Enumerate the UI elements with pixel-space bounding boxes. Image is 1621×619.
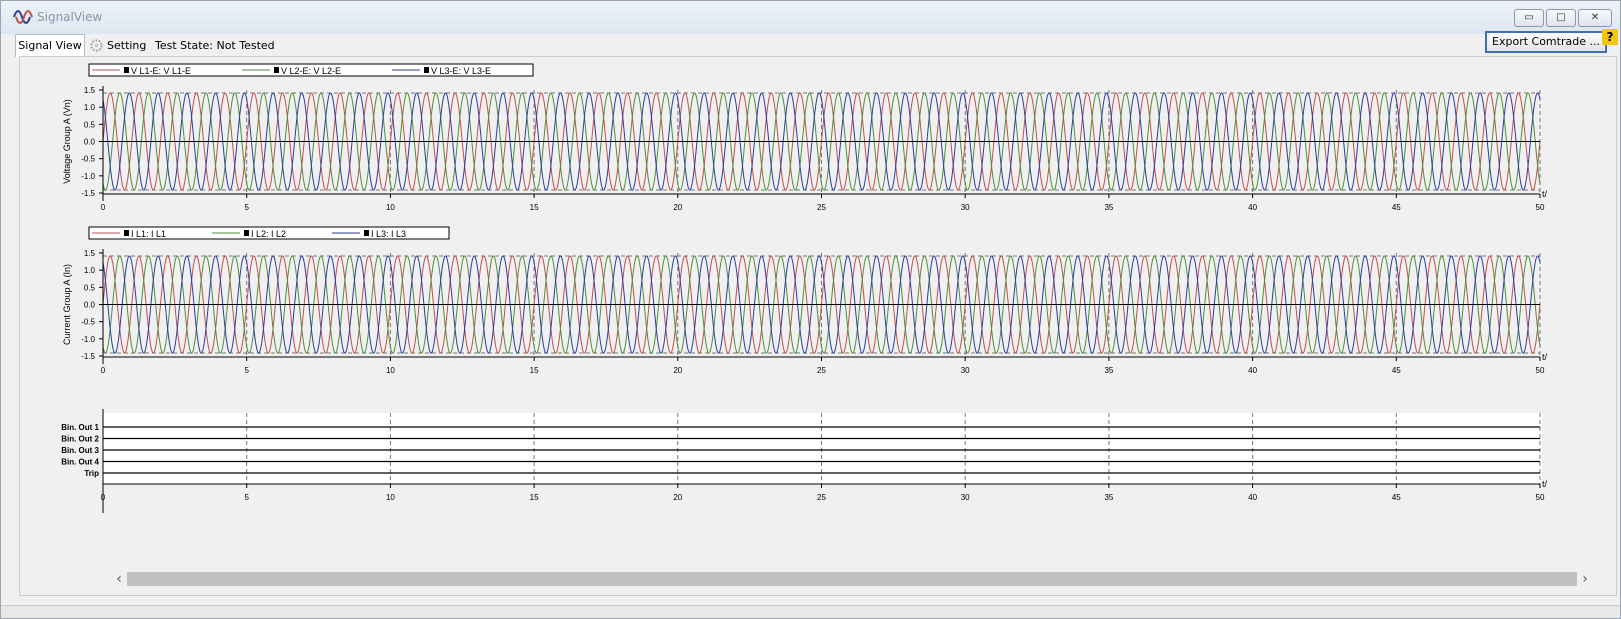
binary-channel-label: Bin. Out 2 [61,435,99,444]
x-tick-label: 35 [1104,203,1113,212]
x-tick-label: 50 [1536,366,1545,375]
waveform-icon [13,10,33,24]
legend-entry: V L3-E: V L3-E [431,66,491,76]
x-tick-label: 15 [530,493,539,502]
x-tick-label: 30 [961,493,970,502]
signal-view-panel: V L1-E: V L1-E V L2-E: V L2-E V L3-E: V L3… [19,56,1617,596]
x-tick-label: 35 [1104,493,1113,502]
tab-signal-view[interactable]: Signal View [15,34,85,57]
y-tick-label: -0.5 [81,155,95,164]
x-tick-label: 25 [817,366,826,375]
x-tick-label: 20 [673,493,682,502]
minimize-button[interactable]: ▭ [1514,9,1544,27]
legend-marker [364,230,369,236]
y-axis-label: Current Group A (In) [62,264,72,345]
y-tick-label: -1.5 [81,189,95,198]
binary-channel-label: Bin. Out 1 [61,423,99,432]
x-tick-label: 50 [1536,493,1545,502]
plots-area: V L1-E: V L1-E V L2-E: V L2-E V L3-E: V L3… [61,63,1548,513]
binary-channel-label: Trip [84,469,99,478]
x-tick-label: 25 [817,203,826,212]
x-tick-label: 15 [530,366,539,375]
test-state-label: Test State: Not Tested [155,39,275,52]
x-tick-label: 25 [817,493,826,502]
x-tick-label: 0 [101,366,106,375]
tab-bar: Signal View Setting Test State: Not Test… [15,34,1615,58]
binary-channel-label: Bin. Out 4 [61,458,99,467]
x-tick-label: 20 [673,366,682,375]
legend-marker [244,230,249,236]
x-tick-label: 5 [244,203,249,212]
x-tick-label: 10 [386,493,395,502]
status-bar [1,605,1620,618]
legend-marker [124,67,129,73]
x-tick-label: 30 [961,203,970,212]
chart-binary: Bin. Out 1 Bin. Out 2 Bin. Out 3 Bin. Out 4… [61,409,1548,513]
y-tick-label: -0.5 [81,318,95,327]
y-tick-label: 0.0 [84,301,96,310]
legend-entry: I L3: I L3 [371,229,406,239]
x-tick-label: 45 [1392,366,1401,375]
horizontal-scrollbar[interactable]: ‹ › [113,570,1591,588]
legend-marker [274,67,279,73]
x-tick-label: 35 [1104,366,1113,375]
legend-entry: I L2: I L2 [251,229,286,239]
chart-voltage: V L1-E: V L1-E V L2-E: V L2-E V L3-E: V L3… [62,63,1548,212]
y-tick-label: 1.0 [84,266,96,275]
x-tick-label: 5 [244,493,249,502]
y-tick-label: 1.5 [84,86,96,95]
x-tick-label: 5 [244,366,249,375]
tab-setting[interactable]: Setting [89,35,151,57]
close-button[interactable]: ✕ [1578,9,1612,27]
scrollbar-thumb[interactable] [127,572,1577,586]
binary-channel-label: Bin. Out 3 [61,446,99,455]
y-tick-label: -1.5 [81,352,95,361]
y-tick-label: -1.0 [81,172,95,181]
x-axis-label: t/ [1542,352,1548,362]
y-tick-label: 0.0 [84,138,96,147]
signalview-window: SignalView ▭ □ ✕ Signal View Setting Tes… [0,0,1621,619]
scroll-right-icon[interactable]: › [1579,570,1591,588]
x-tick-label: 0 [101,203,106,212]
x-tick-label: 50 [1536,203,1545,212]
x-tick-label: 10 [386,203,395,212]
x-tick-label: 45 [1392,203,1401,212]
y-tick-label: 0.5 [84,283,96,292]
x-tick-label: 40 [1248,366,1257,375]
y-tick-label: 1.0 [84,103,96,112]
legend-entry: V L1-E: V L1-E [131,66,191,76]
legend-entry: V L2-E: V L2-E [281,66,341,76]
chart-current: I L1: I L1 I L2: I L2 I L3: I L3 1.5 1.0 0.5 0… [62,226,1548,375]
y-tick-label: 0.5 [84,120,96,129]
x-axis-label: t/ [1542,479,1548,489]
x-tick-label: 0 [101,493,106,502]
x-tick-label: 45 [1392,493,1401,502]
legend-marker [124,230,129,236]
y-tick-label: -1.0 [81,335,95,344]
legend-marker [424,67,429,73]
chart-legend: V L1-E: V L1-E V L2-E: V L2-E V L3-E: V L3… [88,63,534,77]
x-tick-label: 30 [961,366,970,375]
chart-legend: I L1: I L1 I L2: I L2 I L3: I L3 [88,226,450,240]
x-tick-label: 40 [1248,203,1257,212]
maximize-button[interactable]: □ [1546,9,1576,27]
x-axis-label: t/ [1542,189,1548,199]
y-axis-label: Voltage Group A (Vn) [62,99,72,184]
scroll-left-icon[interactable]: ‹ [113,570,125,588]
legend-entry: I L1: I L1 [131,229,166,239]
y-tick-label: 1.5 [84,249,96,258]
help-button[interactable]: ? [1602,29,1618,45]
window-title: SignalView [37,10,103,24]
x-tick-label: 20 [673,203,682,212]
x-tick-label: 40 [1248,493,1257,502]
x-tick-label: 15 [530,203,539,212]
x-tick-label: 10 [386,366,395,375]
title-bar[interactable]: SignalView ▭ □ ✕ [1,1,1620,34]
export-comtrade-button[interactable]: Export Comtrade ... [1485,31,1607,53]
